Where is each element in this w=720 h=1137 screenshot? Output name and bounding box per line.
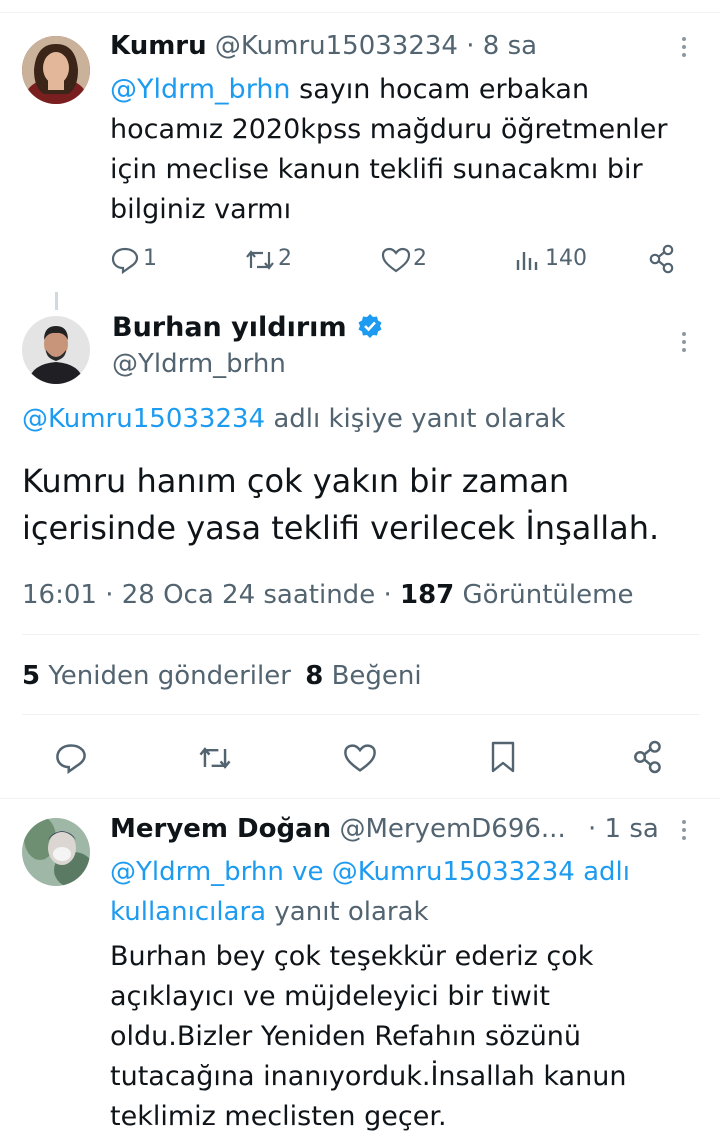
tweet3-reply-mentions-line2[interactable]: kullanıcılara <box>110 897 266 927</box>
reply-icon <box>56 744 86 774</box>
tweet3-reply-suffix: yanıt olarak <box>274 897 429 927</box>
tweet3-author-name[interactable]: Meryem Doğan <box>110 814 331 844</box>
tweet1-share-button[interactable] <box>647 244 677 274</box>
avatar-kumru[interactable] <box>22 36 90 104</box>
avatar-kumru-image <box>22 36 90 104</box>
tweet3-text-line5: teklimiz meclisten geçer. <box>110 1101 447 1132</box>
main-text-line1: Kumru hanım çok yakın bir zaman <box>22 462 570 500</box>
retweet-icon <box>246 250 274 270</box>
tweet1-views-button[interactable] <box>514 246 542 274</box>
share-icon <box>634 740 661 774</box>
tweet3-header: Meryem Doğan @MeryemD696... · 1 sa <box>110 814 659 844</box>
heart-icon <box>381 247 411 273</box>
tweet1-text: @Yldrm_brhn sayın hocam erbakan hocamız … <box>110 70 667 230</box>
main-retweet-label: Yeniden gönderiler <box>48 661 291 691</box>
bookmark-icon <box>491 741 515 773</box>
main-share-button[interactable] <box>631 740 665 774</box>
main-reply-button[interactable] <box>54 742 88 774</box>
tweet1-author-handle[interactable]: @Kumru15033234 <box>215 31 458 61</box>
tweet1-views-count: 140 <box>545 246 587 271</box>
main-retweet-button[interactable] <box>196 742 234 774</box>
main-likes-link[interactable]: 8 Beğeni <box>305 661 421 691</box>
avatar-meryem-image <box>22 818 90 886</box>
reply-icon <box>111 247 139 274</box>
main-more-icon[interactable] <box>681 332 687 356</box>
tweet1-retweet-count: 2 <box>278 246 292 271</box>
main-bottom-divider <box>0 798 720 799</box>
tweet3-reply-mentions-line1[interactable]: @Yldrm_brhn ve @Kumru15033234 adlı <box>110 852 630 892</box>
tweet1-more-icon[interactable] <box>681 37 687 61</box>
tweet1-retweet-button[interactable] <box>243 246 277 274</box>
tweet1-text-line3: için meclise kanun teklifi sunacakmı bir <box>110 154 643 185</box>
tweet1-like-count: 2 <box>413 246 427 271</box>
main-meta-views-count: 187 <box>399 580 455 610</box>
tweet1-reply-button[interactable] <box>110 246 140 274</box>
main-author-name-row: Burhan yıldırım <box>112 312 384 343</box>
thread-connector <box>55 292 58 310</box>
tweet1-time[interactable]: · 8 sa <box>466 31 537 61</box>
main-bookmark-button[interactable] <box>489 740 517 774</box>
main-reply-to-handle[interactable]: @Kumru15033234 <box>22 404 265 434</box>
tweet1-text-line4: bilginiz varmı <box>110 194 292 225</box>
tweet3-more-icon[interactable] <box>681 820 687 844</box>
avatar-burhan[interactable] <box>22 316 90 384</box>
tweet3-text-line2: açıklayıcı ve müjdeleyici bir tiwit <box>110 981 550 1012</box>
main-retweet-count: 5 <box>22 661 41 691</box>
tweet3-reply-context: @Yldrm_brhn ve @Kumru15033234 adlı kulla… <box>110 852 630 932</box>
tweet3-text: Burhan bey çok teşekkür ederiz çok açıkl… <box>110 937 626 1137</box>
main-author-name[interactable]: Burhan yıldırım <box>112 312 347 343</box>
main-tweet-text: Kumru hanım çok yakın bir zaman içerisin… <box>22 458 659 552</box>
main-reply-context: @Kumru15033234 adlı kişiye yanıt olarak <box>22 404 565 434</box>
main-engagement-stats: 5 Yeniden gönderiler 8 Beğeni <box>22 661 422 691</box>
tweet3-author-handle[interactable]: @MeryemD696... <box>339 814 565 844</box>
tweet1-like-button[interactable] <box>380 246 412 274</box>
tweet1-mention[interactable]: @Yldrm_brhn <box>110 74 291 105</box>
main-divider-2 <box>22 714 700 715</box>
main-reply-to-suffix: adlı kişiye yanıt olarak <box>273 404 566 434</box>
main-divider-1 <box>22 634 700 635</box>
tweet3-text-line3: oldu.Bizler Yeniden Refahın sözünü <box>110 1021 582 1052</box>
top-divider <box>0 12 720 13</box>
tweet3-time[interactable]: · 1 sa <box>588 814 659 844</box>
tweet1-text-line2: hocamız 2020kpss mağduru öğretmenler <box>110 114 668 145</box>
tweet3-text-line1: Burhan bey çok teşekkür ederiz çok <box>110 941 594 972</box>
avatar-burhan-image <box>22 316 90 384</box>
tweet1-text-line1: sayın hocam erbakan <box>299 74 590 105</box>
views-icon <box>516 252 538 270</box>
main-meta: 16:01 · 28 Oca 24 saatinde · 187 Görüntü… <box>22 580 633 610</box>
tweet1-reply-count: 1 <box>143 246 157 271</box>
main-meta-time[interactable]: 16:01 · 28 Oca 24 saatinde · <box>22 580 392 610</box>
retweet-icon <box>199 747 231 769</box>
tweet3-text-line4: tutacağına inanıyorduk.İnsallah kanun <box>110 1061 627 1092</box>
main-like-count: 8 <box>305 661 324 691</box>
main-like-label: Beğeni <box>331 661 422 691</box>
tweet1-header: Kumru @Kumru15033234 · 8 sa <box>110 31 537 61</box>
main-author-handle[interactable]: @Yldrm_brhn <box>112 349 286 379</box>
main-like-button[interactable] <box>342 742 378 774</box>
main-retweets-link[interactable]: 5 Yeniden gönderiler <box>22 661 299 691</box>
tweet1-author-name[interactable]: Kumru <box>110 31 207 61</box>
heart-icon <box>344 744 376 772</box>
main-text-line2: içerisinde yasa teklifi verilecek İnşall… <box>22 509 660 547</box>
main-meta-views-label: Görüntüleme <box>462 580 634 610</box>
share-icon <box>649 244 674 274</box>
verified-badge-icon <box>358 314 382 338</box>
avatar-meryem[interactable] <box>22 818 90 886</box>
